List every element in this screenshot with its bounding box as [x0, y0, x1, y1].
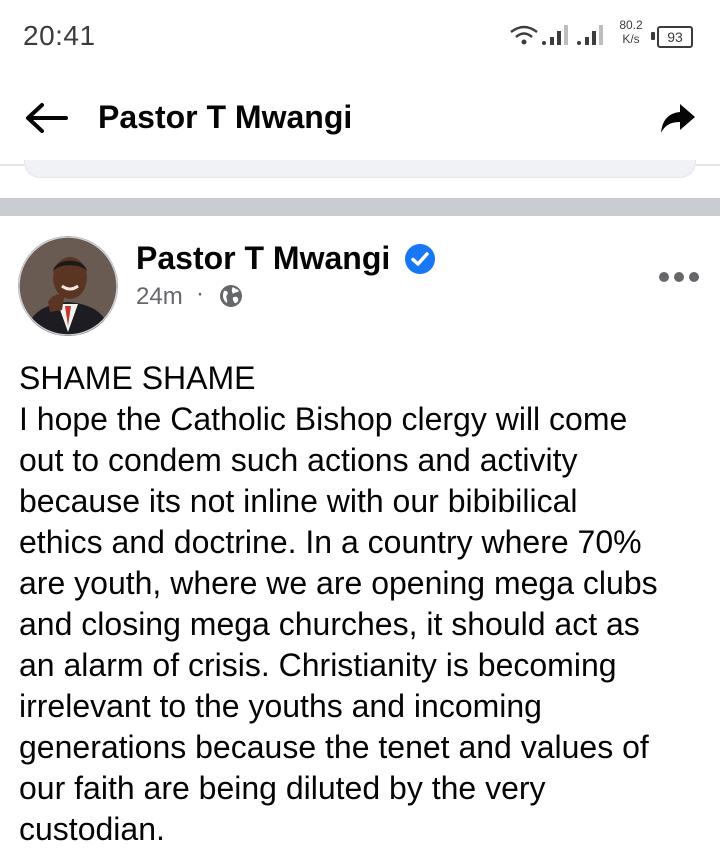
page-title: Pastor T Mwangi: [98, 99, 353, 135]
share-arrow-icon[interactable]: [660, 102, 696, 136]
battery-level: 93: [657, 26, 693, 48]
avatar[interactable]: [18, 236, 118, 336]
verified-badge-icon: [405, 244, 435, 274]
battery-icon: 93: [651, 26, 693, 48]
signal-icon: [542, 25, 568, 45]
post-author-name[interactable]: Pastor T Mwangi: [136, 240, 390, 277]
network-speed: 80.2 K/s: [614, 18, 648, 46]
network-speed-unit: K/s: [622, 32, 640, 46]
post-text: SHAME SHAME I hope the Catholic Bishop c…: [19, 360, 658, 847]
status-time: 20:41: [23, 20, 96, 51]
globe-icon: [220, 285, 242, 307]
post-timestamp[interactable]: 24m: [136, 283, 183, 311]
collapsed-panel-edge: [24, 160, 696, 178]
wifi-icon: [510, 25, 538, 45]
signal-icon: [577, 25, 603, 45]
section-divider: [0, 198, 720, 216]
page-header: Pastor T Mwangi: [0, 74, 720, 164]
meta-separator: ·: [196, 280, 204, 307]
network-speed-value: 80.2: [619, 18, 643, 32]
more-options-icon[interactable]: [656, 265, 702, 289]
status-bar: 20:41 80.2 K/s 93: [0, 0, 720, 74]
arrow-left-icon[interactable]: [22, 100, 70, 136]
